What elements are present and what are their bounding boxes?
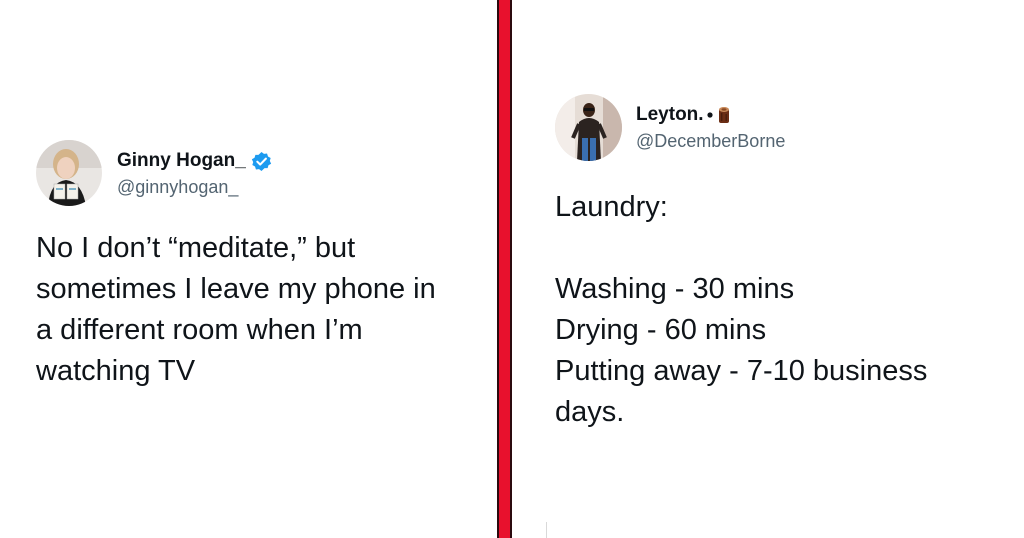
ginny-display-name[interactable]: Ginny Hogan_ bbox=[117, 150, 272, 172]
left-tweet-card: Ginny Hogan_ @ginnyhogan_ No I don’t “me… bbox=[0, 0, 497, 538]
ginny-avatar[interactable] bbox=[36, 140, 102, 206]
red-divider bbox=[497, 0, 512, 538]
leyton-avatar[interactable] bbox=[555, 94, 622, 161]
leyton-display-name[interactable]: Leyton. bbox=[636, 104, 732, 126]
ginny-handle[interactable]: @ginnyhogan_ bbox=[117, 177, 238, 198]
log-emoji-icon bbox=[716, 105, 732, 125]
left-tweet-text: No I don’t “meditate,” but sometimes I l… bbox=[36, 232, 436, 387]
display-name-text: Ginny Hogan_ bbox=[117, 150, 246, 171]
verified-badge-icon bbox=[251, 151, 272, 172]
dot-icon bbox=[706, 111, 714, 119]
leyton-handle[interactable]: @DecemberBorne bbox=[636, 131, 785, 152]
faint-divider-line bbox=[546, 522, 547, 538]
right-tweet-text: Laundry: Washing - 30 mins Drying - 60 m… bbox=[555, 191, 928, 428]
display-name-text: Leyton. bbox=[636, 104, 704, 125]
